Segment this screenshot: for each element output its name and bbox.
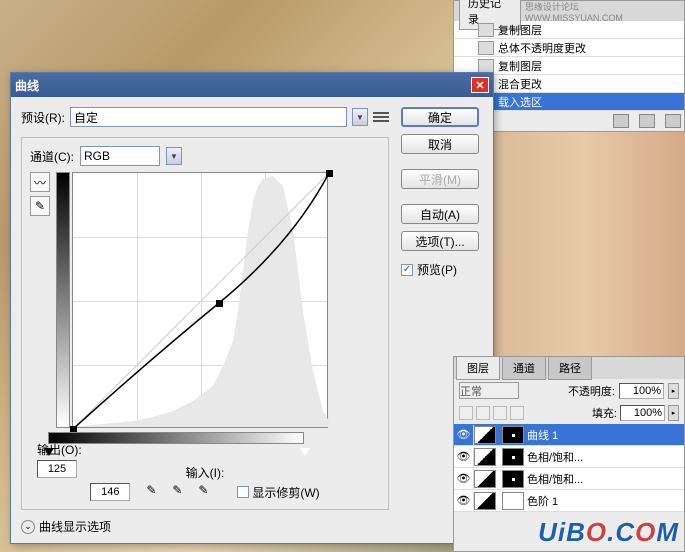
preview-label: 预览(P) <box>417 261 457 278</box>
curve-tool-icon[interactable]: 〰 <box>30 172 50 192</box>
visibility-icon[interactable]: 👁 <box>454 425 474 445</box>
layers-tabs: 图层 通道 路径 <box>454 357 684 379</box>
layer-icon <box>478 59 494 73</box>
options-button[interactable]: 选项(T)... <box>401 231 479 251</box>
preview-checkbox[interactable]: ✓ 预览(P) <box>401 261 483 278</box>
eyedropper-gray-icon[interactable]: ✎ <box>172 483 190 501</box>
history-watermark: 思缘设计论坛 WWW.MISSYUAN.COM <box>525 0 679 23</box>
lock-pixels-icon[interactable] <box>476 406 490 420</box>
close-button[interactable]: ✕ <box>471 77 489 93</box>
layer-mask-thumb[interactable] <box>502 492 524 510</box>
levels-adj-icon <box>474 492 496 510</box>
history-item[interactable]: 复制图层 <box>454 21 684 39</box>
lock-all-icon[interactable] <box>510 406 524 420</box>
ok-button[interactable]: 确定 <box>401 107 479 127</box>
curve-grid[interactable] <box>72 172 328 428</box>
curve-point-highlight[interactable] <box>326 170 333 177</box>
preset-menu-icon[interactable] <box>373 109 389 125</box>
preset-select[interactable] <box>70 107 347 127</box>
fill-arrow-icon[interactable]: ▸ <box>668 405 679 421</box>
history-item[interactable]: 总体不透明度更改 <box>454 39 684 57</box>
history-item-label: 复制图层 <box>498 58 542 74</box>
snapshot-icon[interactable] <box>613 114 629 128</box>
checkbox-checked-icon: ✓ <box>401 264 413 276</box>
tab-paths[interactable]: 路径 <box>548 356 592 380</box>
layer-item[interactable]: 👁 色阶 1 <box>454 490 684 512</box>
preset-dropdown-icon[interactable]: ▼ <box>352 108 368 126</box>
output-gradient <box>56 172 70 428</box>
layer-name: 曲线 1 <box>527 427 558 443</box>
opacity-label: 不透明度: <box>568 383 615 399</box>
fill-label: 填充: <box>592 405 617 421</box>
curve-line <box>73 173 329 429</box>
show-clipping-label: 显示修剪(W) <box>252 484 319 501</box>
curve-display-options[interactable]: ⌄ 曲线显示选项 <box>21 518 389 535</box>
input-label: 输入(I): <box>186 464 225 481</box>
input-field[interactable] <box>90 483 130 501</box>
output-label: 输出(O): <box>37 441 82 458</box>
disclosure-label: 曲线显示选项 <box>39 518 111 535</box>
hue-sat-adj-icon <box>474 470 496 488</box>
cancel-button[interactable]: 取消 <box>401 134 479 154</box>
channel-select[interactable] <box>80 146 160 166</box>
eyedropper-black-icon[interactable]: ✎ <box>146 483 164 501</box>
opacity-arrow-icon[interactable]: ▸ <box>668 383 679 399</box>
layer-name: 色相/饱和... <box>527 449 583 465</box>
history-item-label: 载入选区 <box>498 94 542 110</box>
fill-value[interactable]: 100% <box>620 405 665 421</box>
opacity-value[interactable]: 100% <box>619 383 664 399</box>
highlight-slider[interactable] <box>300 448 310 456</box>
lock-transparent-icon[interactable] <box>459 406 473 420</box>
layer-mask-thumb[interactable] <box>502 426 524 444</box>
curves-dialog: 曲线 ✕ 预设(R): ▼ 通道(C): ▼ 〰 ✎ <box>10 72 494 544</box>
layer-icon <box>478 23 494 37</box>
smooth-button: 平滑(M) <box>401 169 479 189</box>
dialog-title: 曲线 <box>15 77 39 94</box>
visibility-icon[interactable]: 👁 <box>454 491 474 511</box>
new-state-icon[interactable] <box>639 114 655 128</box>
eyedropper-white-icon[interactable]: ✎ <box>198 483 216 501</box>
checkbox-icon <box>237 486 249 498</box>
site-watermark: UiBO.COM <box>538 517 679 548</box>
pencil-tool-icon[interactable]: ✎ <box>30 196 50 216</box>
layer-name: 色相/饱和... <box>527 471 583 487</box>
auto-button[interactable]: 自动(A) <box>401 204 479 224</box>
layer-icon <box>478 41 494 55</box>
input-gradient <box>48 432 304 444</box>
layer-item[interactable]: 👁 色相/饱和... <box>454 446 684 468</box>
history-item-label: 总体不透明度更改 <box>498 40 586 56</box>
history-header: 历史记录 思缘设计论坛 WWW.MISSYUAN.COM <box>454 1 684 21</box>
trash-icon[interactable] <box>665 114 681 128</box>
hue-sat-adj-icon <box>474 448 496 466</box>
layers-list: 👁 曲线 1 👁 色相/饱和... 👁 色相/饱和... 👁 色阶 1 <box>454 424 684 512</box>
background-skin <box>485 100 685 380</box>
output-field[interactable] <box>37 460 77 478</box>
chevron-icon: ⌄ <box>21 520 35 534</box>
history-item-label: 混合更改 <box>498 76 542 92</box>
channel-dropdown-icon[interactable]: ▼ <box>166 147 182 165</box>
tab-layers[interactable]: 图层 <box>456 356 500 380</box>
dialog-titlebar[interactable]: 曲线 ✕ <box>11 73 493 97</box>
visibility-icon[interactable]: 👁 <box>454 469 474 489</box>
visibility-icon[interactable]: 👁 <box>454 447 474 467</box>
curves-adj-icon <box>474 426 496 444</box>
blend-mode-select[interactable] <box>459 382 519 399</box>
channel-label: 通道(C): <box>30 148 74 165</box>
layer-mask-thumb[interactable] <box>502 448 524 466</box>
history-item-label: 复制图层 <box>498 22 542 38</box>
preset-label: 预设(R): <box>21 109 65 126</box>
layer-mask-thumb[interactable] <box>502 470 524 488</box>
lock-position-icon[interactable] <box>493 406 507 420</box>
layer-name: 色阶 1 <box>527 493 558 509</box>
layer-item[interactable]: 👁 色相/饱和... <box>454 468 684 490</box>
tab-channels[interactable]: 通道 <box>502 356 546 380</box>
show-clipping-checkbox[interactable]: 显示修剪(W) <box>237 484 319 501</box>
curve-point-mid[interactable] <box>216 300 223 307</box>
layer-item-selected[interactable]: 👁 曲线 1 <box>454 424 684 446</box>
